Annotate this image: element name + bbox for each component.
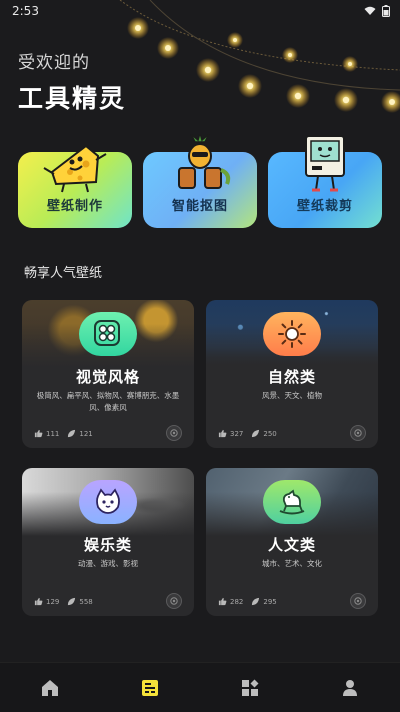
card-more-button[interactable] [166,425,182,441]
card-more-button[interactable] [350,425,366,441]
tool-label: 智能抠图 [171,199,228,214]
hero-title: 工具精灵 [18,84,127,113]
thumbs-up-icon [218,597,227,606]
card-more-button[interactable] [350,593,366,609]
card-stats: 282 295 [218,597,277,606]
hero-subtitle: 受欢迎的 [18,53,90,73]
nav-home-button[interactable] [25,668,75,708]
leaf-icon [68,597,76,606]
collects-stat: 295 [251,597,277,606]
category-card-visual-style[interactable]: 视觉风格 极简风、扁平风、拟物风、赛博朋克、水墨风、像素风 111 121 [22,300,194,448]
category-card-humanities[interactable]: 人文类 城市、艺术、文化 282 295 [206,468,378,616]
nav-wallpaper-button[interactable] [125,668,175,708]
collects-count: 250 [263,429,277,438]
card-badge [263,480,321,524]
gear-icon [170,429,178,437]
likes-count: 282 [230,597,244,606]
tool-label: 壁纸裁剪 [296,199,353,214]
retro-computer-icon [305,135,345,192]
collects-stat: 121 [67,429,93,438]
document-list-icon [142,679,158,696]
apps-grid-icon [242,679,259,696]
likes-stat: 327 [218,429,243,438]
collects-count: 558 [79,597,93,606]
card-stats: 111 121 [34,429,93,438]
card-more-button[interactable] [166,593,182,609]
card-badge [263,312,321,356]
category-card-nature[interactable]: 自然类 风景、天文、植物 327 250 [206,300,378,448]
thumbs-up-icon [34,429,43,438]
gear-icon [354,429,362,437]
sun-icon [278,320,306,348]
collects-count: 295 [263,597,277,606]
thumbs-up-icon [218,429,227,438]
section-title: 畅享人气壁纸 [24,266,103,281]
battery-icon [382,5,390,17]
tool-smart-cutout-button[interactable]: 智能抠图 [143,134,257,228]
wifi-icon [364,6,376,15]
tool-wallpaper-make-button[interactable]: 壁纸制作 [18,144,132,228]
leaf-icon [68,429,76,438]
collects-count: 121 [79,429,93,438]
leaf-icon [252,597,260,606]
cat-face-icon [96,488,120,514]
pineapple-drums-icon [178,134,231,189]
card-description: 动漫、游戏、影视 [78,559,138,568]
card-description: 极简风、扁平风、拟物风、赛博朋克、水墨风、像素风 [36,391,180,412]
nav-profile-button[interactable] [325,668,375,708]
category-card-entertainment[interactable]: 娱乐类 动漫、游戏、影视 129 558 [22,468,194,616]
status-time: 2:53 [12,4,39,18]
card-description: 风景、天文、植物 [262,391,322,400]
likes-stat: 282 [218,597,243,606]
leaf-icon [252,429,260,438]
gear-icon [354,597,362,605]
likes-count: 129 [46,597,60,606]
likes-stat: 129 [34,597,59,606]
collects-stat: 558 [67,597,93,606]
person-icon [343,679,357,696]
home-icon [42,679,58,696]
hero-header: 受欢迎的 工具精灵 [18,48,126,115]
card-description: 城市、艺术、文化 [262,559,322,568]
card-title: 娱乐类 [83,536,132,554]
likes-stat: 111 [34,429,59,438]
card-badge [79,480,137,524]
collects-stat: 250 [251,429,277,438]
rocking-horse-icon [279,489,305,515]
tool-label: 壁纸制作 [46,199,103,214]
likes-count: 111 [46,429,60,438]
card-title: 视觉风格 [75,368,140,386]
card-stats: 327 250 [218,429,277,438]
card-badge [79,312,137,356]
bottom-navigation [0,662,400,712]
likes-count: 327 [230,429,244,438]
card-stats: 129 558 [34,597,93,606]
card-title: 人文类 [267,536,316,554]
gear-icon [170,597,178,605]
cheese-character-icon [43,144,107,193]
card-title: 自然类 [267,368,316,386]
nav-apps-button[interactable] [225,668,275,708]
thumbs-up-icon [34,597,43,606]
tool-buttons: 壁纸制作 智能抠图 壁纸裁剪 [18,134,382,230]
grid-flower-icon [94,320,120,346]
tool-wallpaper-crop-button[interactable]: 壁纸裁剪 [268,135,382,228]
status-bar: 2:53 [0,0,400,22]
